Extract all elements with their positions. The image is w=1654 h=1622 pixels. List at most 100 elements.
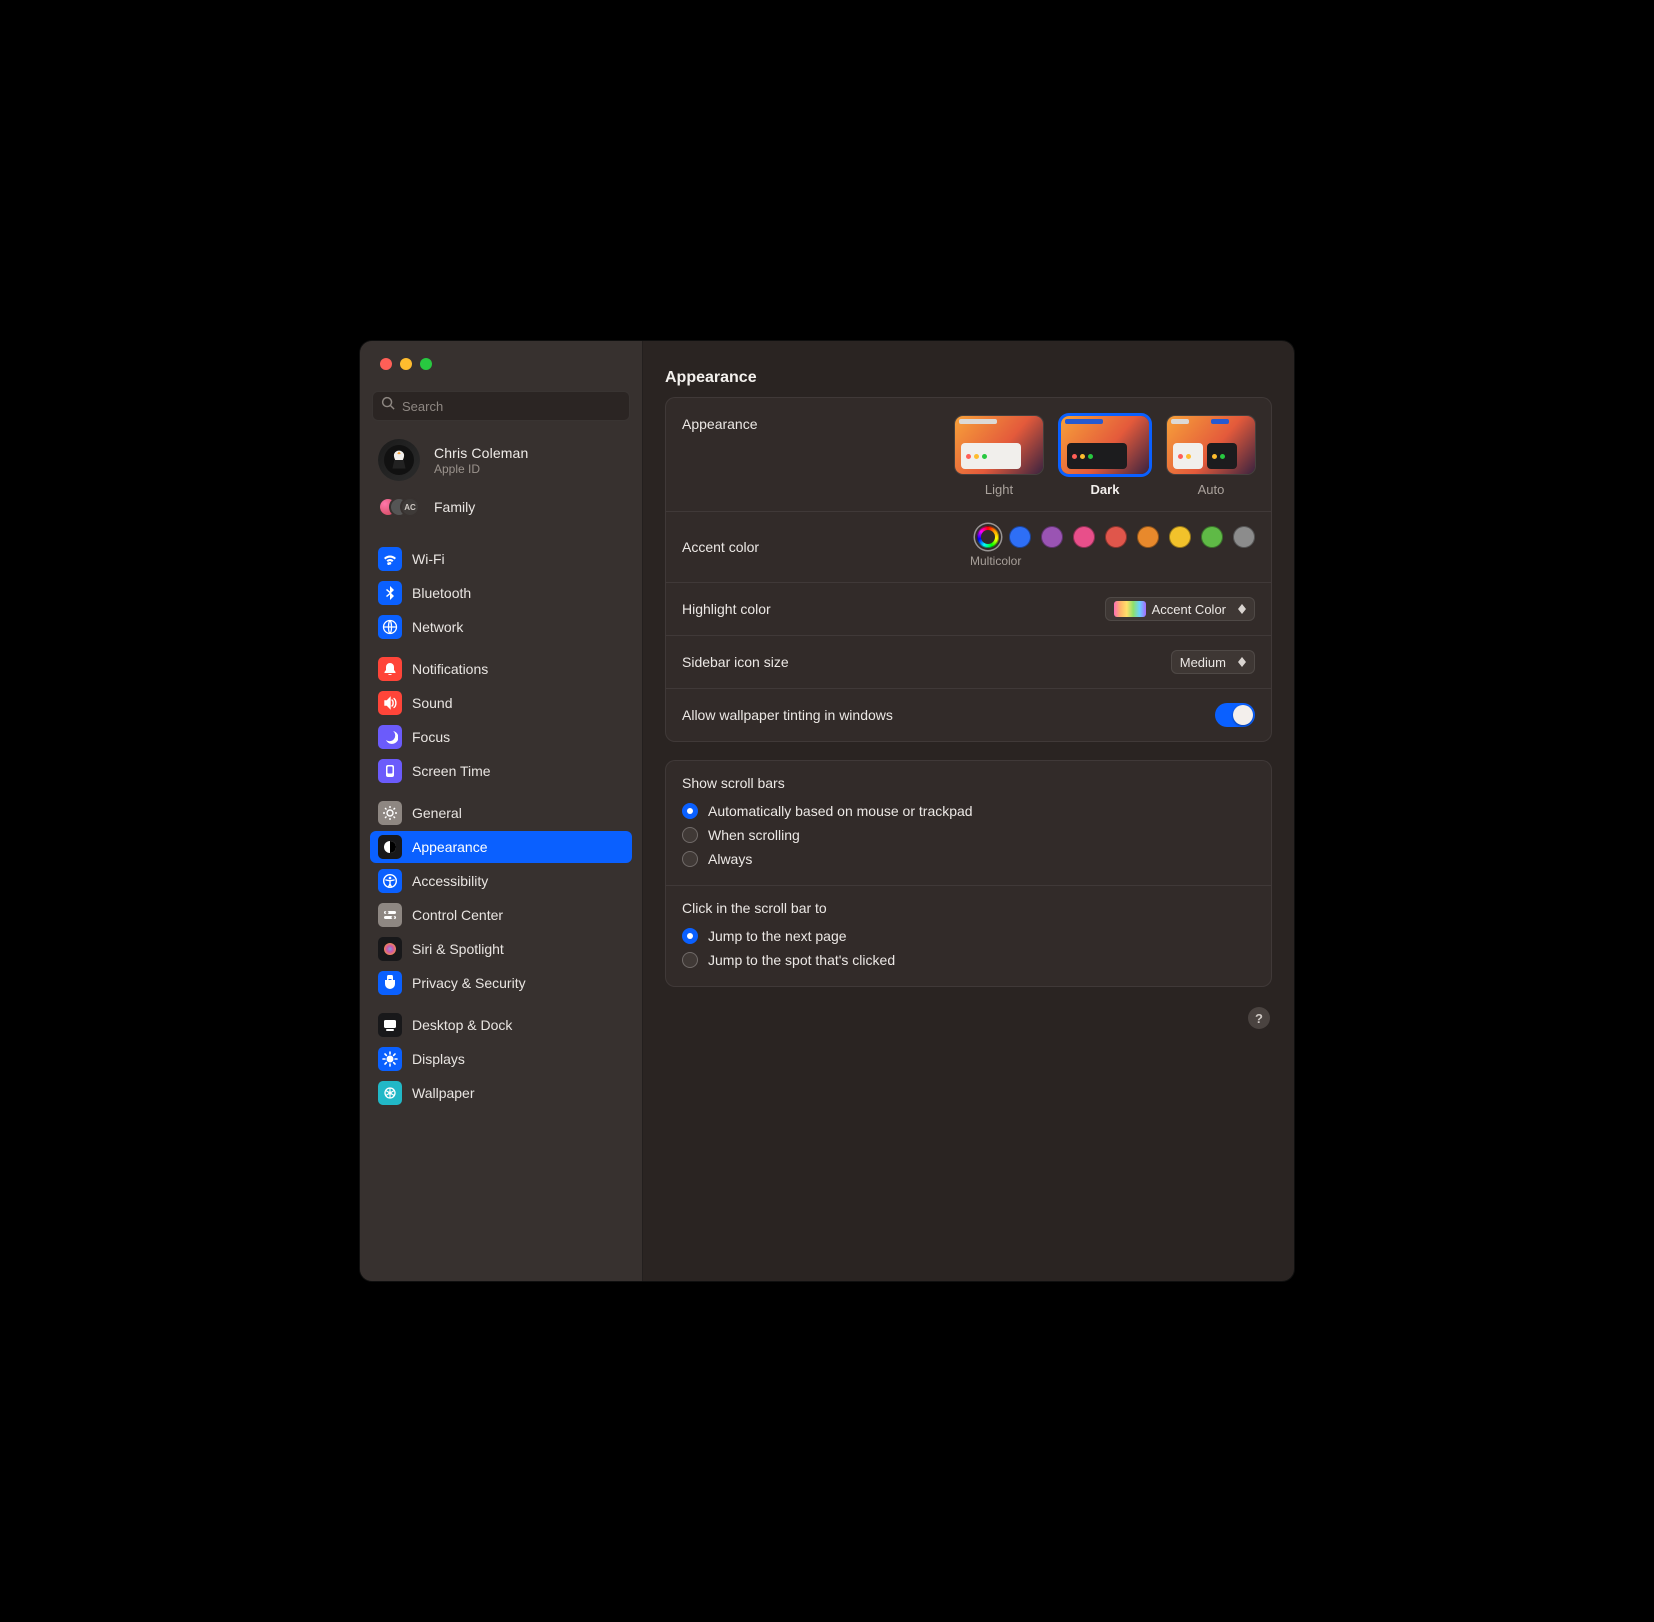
accent-swatch-pink[interactable]	[1073, 526, 1095, 548]
sidebar-item-sound[interactable]: Sound	[370, 687, 632, 719]
accent-swatch-orange[interactable]	[1137, 526, 1159, 548]
appearance-option-light[interactable]: Light	[955, 416, 1043, 497]
sidebar-item-label: Wallpaper	[412, 1085, 475, 1101]
accent-swatches: Multicolor	[977, 526, 1255, 568]
sidebar-item-label: Desktop & Dock	[412, 1017, 512, 1033]
accent-swatch-blue[interactable]	[1009, 526, 1031, 548]
sidebar-item-wi-fi[interactable]: Wi-Fi	[370, 543, 632, 575]
close-icon[interactable]	[380, 358, 392, 370]
sidebar-item-label: Accessibility	[412, 873, 488, 889]
window-controls	[360, 341, 642, 381]
scroll-show-title: Show scroll bars	[682, 775, 1255, 791]
accent-caption: Multicolor	[970, 554, 1021, 568]
apple-id-row[interactable]: Chris Coleman Apple ID	[360, 425, 642, 487]
sidebar-item-label: Notifications	[412, 661, 488, 677]
sidebar-icon-value: Medium	[1180, 655, 1226, 670]
account-name: Chris Coleman	[434, 445, 528, 461]
sidebar-item-wallpaper[interactable]: Wallpaper	[370, 1077, 632, 1109]
radio-label: Always	[708, 851, 752, 867]
search-icon	[381, 396, 402, 416]
sidebar-item-siri-spotlight[interactable]: Siri & Spotlight	[370, 933, 632, 965]
wallpaper-icon	[378, 1081, 402, 1105]
search-field[interactable]	[372, 391, 630, 421]
desktop-dock-icon	[378, 1013, 402, 1037]
bluetooth-icon	[378, 581, 402, 605]
scroll_click-opts-option[interactable]: Jump to the spot that's clicked	[682, 948, 1255, 972]
appearance-option-dark[interactable]: Dark	[1061, 416, 1149, 497]
sidebar-item-control-center[interactable]: Control Center	[370, 899, 632, 931]
zoom-icon[interactable]	[420, 358, 432, 370]
radio-label: When scrolling	[708, 827, 800, 843]
radio-label: Automatically based on mouse or trackpad	[708, 803, 973, 819]
sidebar-item-label: Bluetooth	[412, 585, 471, 601]
sidebar-item-label: Siri & Spotlight	[412, 941, 504, 957]
siri-spotlight-icon	[378, 937, 402, 961]
sidebar-nav: Wi-Fi Bluetooth Network Notifications Sound F…	[360, 529, 642, 1281]
scroll-click-title: Click in the scroll bar to	[682, 900, 1255, 916]
scroll_show-opts-option[interactable]: Always	[682, 847, 1255, 871]
scroll_show-opts-option[interactable]: When scrolling	[682, 823, 1255, 847]
sidebar-item-label: Sound	[412, 695, 452, 711]
sidebar-item-screen-time[interactable]: Screen Time	[370, 755, 632, 787]
sidebar-item-general[interactable]: General	[370, 797, 632, 829]
search-input[interactable]	[402, 399, 621, 414]
radio-label: Jump to the spot that's clicked	[708, 952, 895, 968]
sidebar-item-label: General	[412, 805, 462, 821]
accent-label: Accent color	[682, 539, 759, 555]
appearance-thumb-icon	[1061, 416, 1149, 474]
appearance-thumb-icon	[1167, 416, 1255, 474]
radio-icon	[682, 952, 698, 968]
sidebar-item-accessibility[interactable]: Accessibility	[370, 865, 632, 897]
accent-swatch-purple[interactable]	[1041, 526, 1063, 548]
appearance-label: Appearance	[682, 416, 758, 432]
accent-swatch-graphite[interactable]	[1233, 526, 1255, 548]
general-icon	[378, 801, 402, 825]
sound-icon	[378, 691, 402, 715]
sidebar-item-displays[interactable]: Displays	[370, 1043, 632, 1075]
appearance-options: LightDarkAuto	[955, 416, 1255, 497]
control-center-icon	[378, 903, 402, 927]
page-title: Appearance	[665, 369, 757, 387]
row-accent: Accent color Multicolor	[666, 512, 1271, 583]
network-icon	[378, 615, 402, 639]
scroll-show-group: Show scroll bars Automatically based on …	[666, 761, 1271, 886]
displays-icon	[378, 1047, 402, 1071]
accent-swatch-yellow[interactable]	[1169, 526, 1191, 548]
sidebar-item-label: Screen Time	[412, 763, 491, 779]
accent-swatch-multicolor[interactable]	[977, 526, 999, 548]
sidebar: Chris Coleman Apple ID AC Family Wi-Fi Bl…	[360, 341, 643, 1281]
highlight-select[interactable]: Accent Color	[1105, 597, 1255, 621]
row-sidebar-icon-size: Sidebar icon size Medium	[666, 636, 1271, 689]
chevron-updown-icon	[1234, 604, 1250, 614]
tinting-label: Allow wallpaper tinting in windows	[682, 707, 893, 723]
appearance-option-auto[interactable]: Auto	[1167, 416, 1255, 497]
sidebar-item-notifications[interactable]: Notifications	[370, 653, 632, 685]
help-button[interactable]: ?	[1248, 1007, 1270, 1029]
radio-icon	[682, 803, 698, 819]
sidebar-item-label: Privacy & Security	[412, 975, 526, 991]
sidebar-item-label: Displays	[412, 1051, 465, 1067]
accent-swatch-red[interactable]	[1105, 526, 1127, 548]
sidebar-item-label: Appearance	[412, 839, 488, 855]
tinting-toggle[interactable]	[1215, 703, 1255, 727]
minimize-icon[interactable]	[400, 358, 412, 370]
radio-icon	[682, 851, 698, 867]
sidebar-icon-select[interactable]: Medium	[1171, 650, 1255, 674]
sidebar-item-desktop-dock[interactable]: Desktop & Dock	[370, 1009, 632, 1041]
sidebar-item-appearance[interactable]: Appearance	[370, 831, 632, 863]
accent-swatch-green[interactable]	[1201, 526, 1223, 548]
sidebar-item-label: Focus	[412, 729, 450, 745]
family-row[interactable]: AC Family	[360, 487, 642, 529]
wi-fi-icon	[378, 547, 402, 571]
sidebar-item-bluetooth[interactable]: Bluetooth	[370, 577, 632, 609]
focus-icon	[378, 725, 402, 749]
sidebar-item-focus[interactable]: Focus	[370, 721, 632, 753]
appearance-thumb-icon	[955, 416, 1043, 474]
sidebar-item-network[interactable]: Network	[370, 611, 632, 643]
sidebar-item-privacy-security[interactable]: Privacy & Security	[370, 967, 632, 999]
sidebar-item-label: Network	[412, 619, 463, 635]
scroll_show-opts-option[interactable]: Automatically based on mouse or trackpad	[682, 799, 1255, 823]
chevron-updown-icon	[1234, 657, 1250, 667]
scroll_click-opts-option[interactable]: Jump to the next page	[682, 924, 1255, 948]
sidebar-item-label: Wi-Fi	[412, 551, 445, 567]
